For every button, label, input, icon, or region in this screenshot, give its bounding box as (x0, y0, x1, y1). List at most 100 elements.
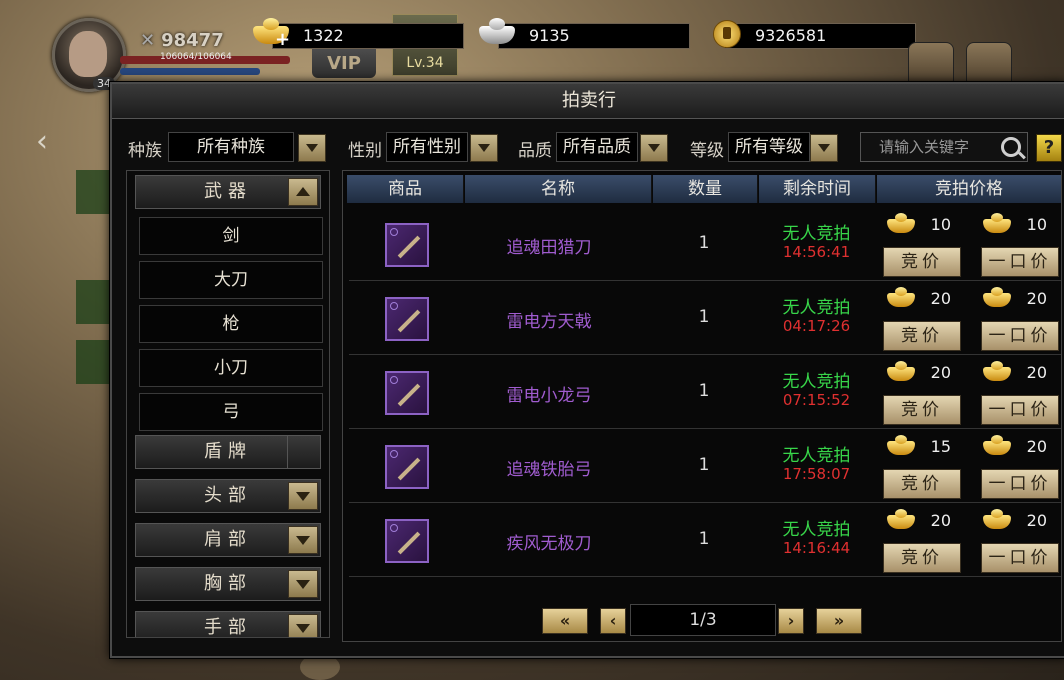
search-icon[interactable] (1001, 137, 1021, 157)
subcategory-broadsword[interactable]: 大刀 (139, 261, 323, 299)
expand-down-icon[interactable] (288, 482, 318, 510)
item-quantity: 1 (698, 307, 710, 327)
table-row: 追魂田猎刀 1 无人竞拍 14:56:41 10 竞价 10 一口价 (349, 207, 1061, 281)
first-page-button[interactable]: « (542, 608, 588, 634)
table-row: 雷电方天戟 1 无人竞拍 04:17:26 20 竞价 20 一口价 (349, 281, 1061, 355)
subcategory-spear[interactable]: 枪 (139, 305, 323, 343)
time-remaining: 14:56:41 (782, 243, 851, 261)
item-name[interactable]: 雷电小龙弓 (469, 381, 629, 406)
buyout-button[interactable]: 一口价 (981, 469, 1059, 499)
header-item: 商品 (347, 175, 464, 203)
search-input[interactable]: 请输入关键字 (860, 132, 1028, 162)
category-shoulder[interactable]: 肩部 (135, 523, 321, 557)
divider (287, 436, 288, 468)
header-price: 竞拍价格 (877, 175, 1061, 203)
item-name[interactable]: 雷电方天戟 (469, 307, 629, 332)
item-quantity: 1 (698, 455, 710, 475)
subcategory-sword[interactable]: 剑 (139, 217, 323, 255)
coin-currency: 9326581 (713, 20, 916, 49)
item-blade-icon[interactable] (385, 519, 429, 563)
time-remaining: 04:17:26 (782, 317, 851, 335)
gender-select[interactable]: 所有性别 (386, 132, 468, 162)
help-button[interactable]: ? (1036, 134, 1062, 162)
expand-down-icon[interactable] (288, 526, 318, 554)
player-avatar[interactable]: 34 (52, 18, 126, 92)
gold-ingot-icon (983, 509, 1011, 529)
bid-price: 10 (887, 213, 951, 237)
item-halberd-icon[interactable] (385, 297, 429, 341)
quality-select[interactable]: 所有品质 (556, 132, 638, 162)
bid-price-value: 10 (930, 215, 951, 234)
back-arrow-icon[interactable]: ‹ (36, 124, 48, 159)
quality-label: 品质 (518, 141, 552, 161)
time-remaining: 14:16:44 (782, 539, 851, 557)
bid-button[interactable]: 竞价 (883, 395, 961, 425)
category-head-label: 头部 (204, 485, 252, 506)
last-page-button[interactable]: » (816, 608, 862, 634)
subcategory-bow[interactable]: 弓 (139, 393, 323, 431)
expand-down-icon[interactable] (288, 570, 318, 598)
buyout-button[interactable]: 一口价 (981, 543, 1059, 573)
gold-ingot-icon (887, 287, 915, 307)
page-indicator: 1/3 (630, 604, 776, 636)
category-panel: 武器 剑 大刀 枪 小刀 弓 盾牌 头部 肩部 胸部 手部 (126, 170, 330, 638)
prev-page-button[interactable]: ‹ (600, 608, 626, 634)
quality-dropdown-icon[interactable] (640, 134, 668, 162)
gold-ingot-icon (983, 361, 1011, 381)
gold-ingot-icon (887, 435, 915, 455)
level-select[interactable]: 所有等级 (728, 132, 810, 162)
buyout-button[interactable]: 一口价 (981, 321, 1059, 351)
collapse-up-icon[interactable] (288, 178, 318, 206)
race-dropdown-icon[interactable] (298, 134, 326, 162)
bid-status: 无人竞拍 (782, 298, 851, 318)
gold-ingot-icon (983, 287, 1011, 307)
subcategory-dagger[interactable]: 小刀 (139, 349, 323, 387)
bid-price-value: 20 (930, 363, 951, 382)
category-head[interactable]: 头部 (135, 479, 321, 513)
category-chest-label: 胸部 (204, 573, 252, 594)
next-page-button[interactable]: › (778, 608, 804, 634)
item-name[interactable]: 疾风无极刀 (469, 529, 629, 554)
level-dropdown-icon[interactable] (810, 134, 838, 162)
item-name[interactable]: 追魂田猎刀 (469, 233, 629, 258)
gold-ingot-icon (983, 213, 1011, 233)
bid-price-value: 20 (930, 511, 951, 530)
bid-status: 无人竞拍 (782, 446, 851, 466)
expand-down-icon[interactable] (288, 614, 318, 637)
bid-price: 15 (887, 435, 951, 459)
gold-ingot-icon[interactable]: + (251, 18, 291, 50)
bid-button[interactable]: 竞价 (883, 469, 961, 499)
bid-button[interactable]: 竞价 (883, 247, 961, 277)
gender-dropdown-icon[interactable] (470, 134, 498, 162)
race-select[interactable]: 所有种族 (168, 132, 294, 162)
gold-ingot-icon (887, 509, 915, 529)
time-remaining: 07:15:52 (782, 391, 851, 409)
bid-button[interactable]: 竞价 (883, 543, 961, 573)
buyout-button[interactable]: 一口价 (981, 247, 1059, 277)
bid-button[interactable]: 竞价 (883, 321, 961, 351)
category-weapon[interactable]: 武器 (135, 175, 321, 209)
category-shield[interactable]: 盾牌 (135, 435, 321, 469)
chat-strip-3 (76, 340, 112, 384)
search-placeholder: 请输入关键字 (879, 138, 970, 156)
buyout-price-value: 20 (1026, 437, 1047, 456)
item-name[interactable]: 追魂铁胎弓 (469, 455, 629, 480)
bid-price-value: 15 (930, 437, 951, 456)
silver-value: 9135 (529, 26, 570, 45)
mp-bar (120, 68, 260, 75)
swords-icon: ✕ (140, 30, 156, 51)
buyout-price: 20 (983, 435, 1047, 459)
item-bow-icon[interactable] (385, 371, 429, 415)
coin-value: 9326581 (755, 26, 827, 45)
buyout-button[interactable]: 一口价 (981, 395, 1059, 425)
bid-price: 20 (887, 287, 951, 311)
hp-text: 106064/106064 (160, 52, 232, 62)
table-row: 疾风无极刀 1 无人竞拍 14:16:44 20 竞价 20 一口价 (349, 503, 1061, 577)
gold-ingot-icon (887, 213, 915, 233)
window-title: 拍卖行 (112, 84, 1064, 119)
item-bow-icon[interactable] (385, 445, 429, 489)
buyout-price: 20 (983, 509, 1047, 533)
item-knife-icon[interactable] (385, 223, 429, 267)
category-hand[interactable]: 手部 (135, 611, 321, 637)
category-chest[interactable]: 胸部 (135, 567, 321, 601)
